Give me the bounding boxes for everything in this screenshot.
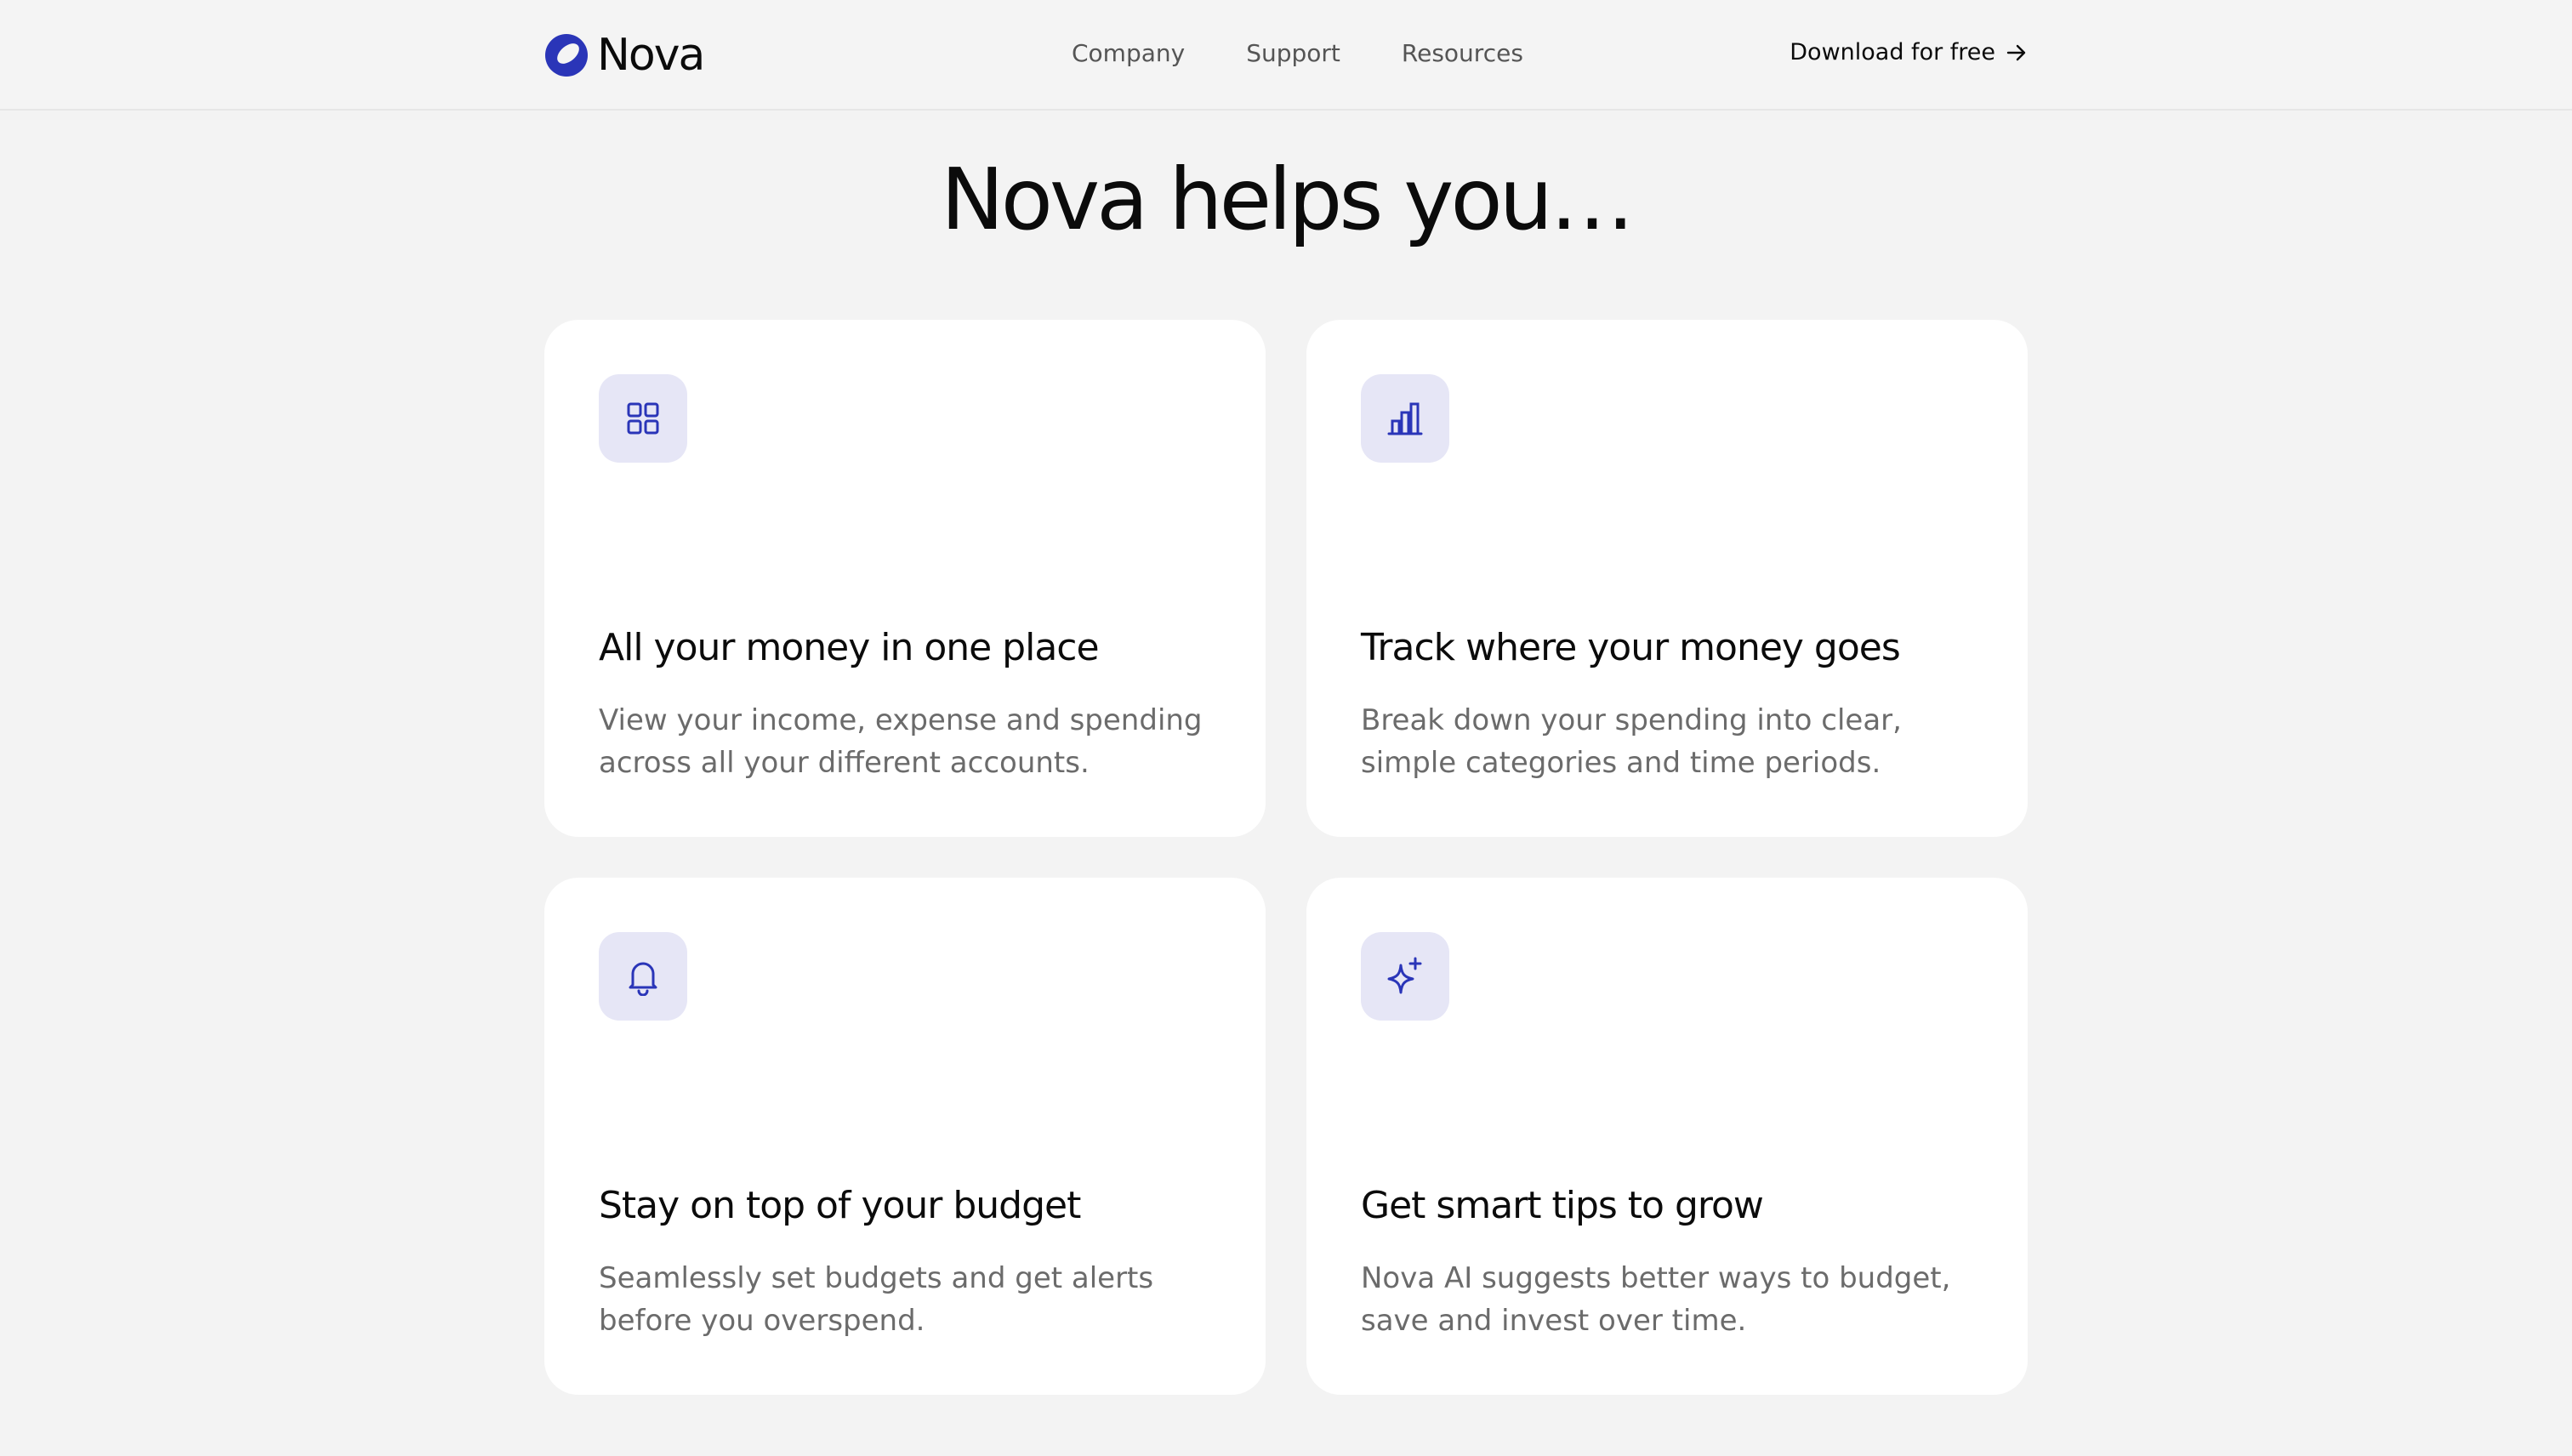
feature-card-track-money: Track where your money goes Break down y… — [1306, 320, 2028, 837]
feature-description: Seamlessly set budgets and get alerts be… — [599, 1261, 1154, 1338]
feature-card-smart-tips: Get smart tips to grow Nova AI suggests … — [1306, 878, 2028, 1395]
nav-links: Company Support Resources — [1072, 39, 1523, 67]
feature-description: Nova AI suggests better ways to budget, … — [1361, 1261, 1951, 1338]
top-navigation: Nova Company Support Resources Download … — [0, 0, 2572, 111]
feature-title: Get smart tips to grow — [1361, 1184, 1764, 1227]
bar-chart-icon — [1387, 402, 1423, 435]
brand-logo[interactable]: Nova — [544, 30, 705, 81]
feature-icon-box — [1361, 932, 1449, 1021]
grid-icon — [627, 402, 659, 435]
download-button-label: Download for free — [1790, 39, 1995, 65]
feature-title: All your money in one place — [599, 626, 1100, 669]
feature-description: View your income, expense and spending a… — [599, 703, 1203, 780]
nav-link-support[interactable]: Support — [1246, 39, 1340, 67]
download-button[interactable]: Download for free — [1790, 39, 2028, 65]
bell-icon — [629, 962, 657, 996]
page-headline: Nova helps you… — [940, 150, 1635, 249]
feature-card-money-one-place: All your money in one place View your in… — [544, 320, 1266, 837]
feature-icon-box — [1361, 374, 1449, 463]
arrow-right-icon — [2006, 44, 2026, 60]
nav-link-resources[interactable]: Resources — [1402, 39, 1523, 67]
brand-name: Nova — [597, 30, 705, 81]
feature-icon-box — [599, 932, 687, 1021]
feature-icon-box — [599, 374, 687, 463]
feature-card-budget: Stay on top of your budget Seamlessly se… — [544, 878, 1266, 1395]
feature-description: Break down your spending into clear, sim… — [1361, 703, 1902, 780]
sparkles-icon — [1387, 957, 1422, 994]
nav-link-company[interactable]: Company — [1072, 39, 1185, 67]
feature-title: Stay on top of your budget — [599, 1184, 1081, 1227]
feature-title: Track where your money goes — [1361, 626, 1901, 669]
nova-logo-icon — [545, 34, 588, 77]
